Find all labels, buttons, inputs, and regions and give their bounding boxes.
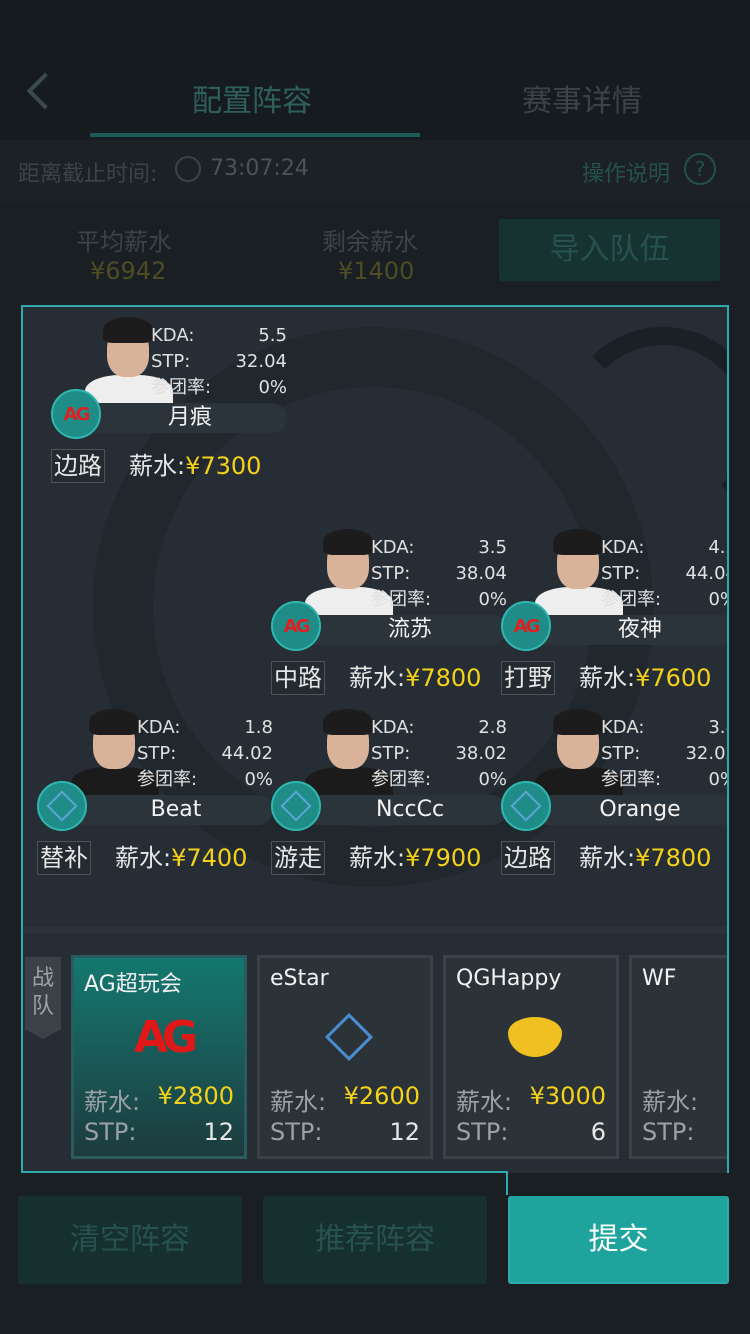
player-name: 流苏 [293, 615, 507, 645]
player-salary: 薪水:¥7800 [579, 844, 712, 872]
recommend-lineup-button[interactable]: 推荐阵容 [263, 1196, 487, 1284]
team-card-wf[interactable]: WF 薪水:¥ STP: [629, 955, 727, 1159]
stp-value: 32.04 [235, 351, 287, 372]
kda-value: 4.5 [708, 537, 727, 558]
player-name: Beat [59, 795, 273, 825]
team-stp: STP: 12 [84, 1118, 234, 1146]
player-card[interactable]: KDA: 3.5 STP: 38.04 参团率: 0% 流苏 AG 中路 薪水:¥78… [269, 525, 509, 695]
team-name: AG超玩会 [84, 972, 182, 997]
team-name: eStar [270, 966, 329, 991]
player-salary: 薪水:¥7600 [579, 664, 712, 692]
player-name: Orange [523, 795, 727, 825]
team-salary: 薪水: ¥2600 [270, 1082, 420, 1116]
field-divider [23, 927, 727, 933]
player-name: 月痕 [73, 403, 287, 433]
ag-team-icon: AG [501, 601, 551, 651]
estar-logo-icon [318, 1006, 380, 1068]
clock-icon [175, 156, 201, 182]
stp-value: 44.04 [685, 563, 727, 584]
estar-team-icon [271, 781, 321, 831]
team-strip-label: 战队 [25, 957, 61, 1039]
participation-value: 0% [708, 769, 727, 790]
player-card[interactable]: KDA: 5.5 STP: 32.04 参团率: 0% 月痕 AG 边路 薪水:¥73… [49, 313, 289, 483]
ag-team-icon: AG [271, 601, 321, 651]
submit-button[interactable]: 提交 [508, 1196, 729, 1284]
deadline-value: 73:07:24 [210, 156, 309, 181]
help-link[interactable]: 操作说明 [582, 156, 670, 188]
player-stats: KDA: 5.5 STP: 32.04 参团率: 0% [151, 323, 287, 401]
team-card-estar[interactable]: eStar 薪水: ¥2600 STP: 12 [257, 955, 433, 1159]
qg-logo-icon [504, 1006, 566, 1068]
player-card[interactable]: KDA: 1.8 STP: 44.02 参团率: 0% Beat 替补 薪水:¥740… [35, 705, 275, 875]
participation-value: 0% [708, 589, 727, 610]
tab-details[interactable]: 赛事详情 [522, 76, 642, 120]
stp-value: 44.02 [221, 743, 273, 764]
team-salary: 薪水: ¥3000 [456, 1082, 606, 1116]
player-stats: KDA:4.5 STP:44.04 参团率:0% [601, 535, 727, 613]
player-name: 夜神 [523, 615, 727, 645]
stp-value: 32.02 [685, 743, 727, 764]
player-card[interactable]: KDA: 2.8 STP: 38.02 参团率: 0% NccCc 游走 薪水:¥79… [269, 705, 509, 875]
player-stats: KDA: 3.5 STP: 38.04 参团率: 0% [371, 535, 507, 613]
player-name: NccCc [293, 795, 507, 825]
team-salary: 薪水:¥ [642, 1088, 699, 1116]
player-salary: 薪水:¥7900 [349, 844, 482, 872]
avg-salary-label: 平均薪水 [76, 228, 172, 256]
player-stats: KDA: 2.8 STP: 38.02 参团率: 0% [371, 715, 507, 793]
team-name: QGHappy [456, 966, 562, 991]
player-salary: 薪水:¥7400 [115, 844, 248, 872]
tab-underline [90, 133, 420, 137]
help-icon[interactable]: ? [684, 153, 716, 185]
kda-value: 3.8 [708, 717, 727, 738]
estar-team-icon [501, 781, 551, 831]
tab-lineup[interactable]: 配置阵容 [192, 76, 312, 120]
position-label: 替补 [37, 841, 91, 875]
team-card-qghappy[interactable]: QGHappy 薪水: ¥3000 STP: 6 [443, 955, 619, 1159]
team-stp: STP: 12 [270, 1118, 420, 1146]
avg-salary-value: ¥6942 [90, 257, 167, 285]
position-label: 边路 [501, 841, 555, 875]
field-border-bottom [21, 1171, 508, 1173]
player-stats: KDA: 1.8 STP: 44.02 参团率: 0% [137, 715, 273, 793]
team-stp: STP: [642, 1118, 695, 1146]
team-name: WF [642, 966, 677, 991]
position-label: 边路 [51, 449, 105, 483]
ag-team-icon: AG [51, 389, 101, 439]
player-stats: KDA:3.8 STP:32.02 参团率:0% [601, 715, 727, 793]
remain-salary-value: ¥1400 [338, 257, 415, 285]
player-card[interactable]: KDA:4.5 STP:44.04 参团率:0% 夜神 AG 打野 薪水:¥76… [499, 525, 727, 695]
position-label: 中路 [271, 661, 325, 695]
position-label: 游走 [271, 841, 325, 875]
player-salary: 薪水:¥7300 [129, 452, 262, 480]
participation-value: 0% [258, 377, 287, 398]
field-border-connector [506, 1171, 508, 1195]
import-team-button[interactable]: 导入队伍 [499, 219, 720, 281]
team-card-ag[interactable]: AG超玩会 AG 薪水: ¥2800 STP: 12 [71, 955, 247, 1159]
kda-value: 5.5 [258, 325, 287, 346]
lineup-field: KDA: 5.5 STP: 32.04 参团率: 0% 月痕 AG 边路 薪水:¥73… [21, 305, 729, 1173]
remain-salary-label: 剩余薪水 [322, 228, 418, 256]
player-card[interactable]: KDA:3.8 STP:32.02 参团率:0% Orange 边路 薪水:¥7… [499, 705, 727, 875]
estar-team-icon [37, 781, 87, 831]
team-stp: STP: 6 [456, 1118, 606, 1146]
team-salary: 薪水: ¥2800 [84, 1082, 234, 1116]
deadline-label: 距离截止时间: [18, 162, 158, 187]
ag-logo-icon: AG [133, 1011, 198, 1063]
position-label: 打野 [501, 661, 555, 695]
player-salary: 薪水:¥7800 [349, 664, 482, 692]
clear-lineup-button[interactable]: 清空阵容 [18, 1196, 242, 1284]
